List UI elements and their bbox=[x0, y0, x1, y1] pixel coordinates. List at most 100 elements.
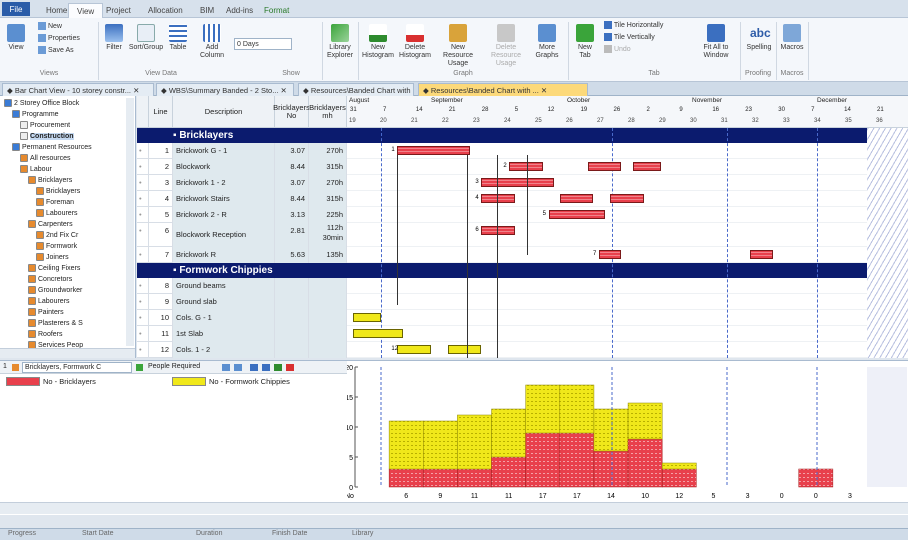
save-as-button[interactable]: Save As bbox=[38, 46, 88, 55]
description-column-header[interactable]: Description bbox=[173, 96, 275, 128]
view-button[interactable]: View bbox=[4, 24, 28, 52]
bricklayers-mh-cell[interactable]: 315h bbox=[309, 191, 347, 207]
tree-node[interactable]: Labour bbox=[20, 165, 52, 174]
bricklayers-no-cell[interactable]: 3.13 bbox=[275, 207, 309, 223]
tree-node[interactable]: Permanent Resources bbox=[12, 143, 92, 152]
bricklayers-no-cell[interactable] bbox=[275, 294, 309, 310]
tree-node[interactable]: Ceiling Fixers bbox=[28, 264, 80, 273]
bricklayers-no-cell[interactable]: 5.63 bbox=[275, 247, 309, 263]
new-view-button[interactable]: New bbox=[38, 22, 88, 31]
row-selector[interactable]: • bbox=[137, 143, 149, 159]
row-selector[interactable]: • bbox=[137, 175, 149, 191]
tree-node[interactable]: Carpenters bbox=[28, 220, 73, 229]
histogram-grid-icon[interactable] bbox=[262, 364, 270, 371]
new-histogram-button[interactable]: New Histogram bbox=[362, 24, 394, 60]
duration-status[interactable]: Duration bbox=[196, 530, 222, 537]
bricklayers-no-cell[interactable] bbox=[275, 310, 309, 326]
tree-node[interactable]: Joiners bbox=[36, 253, 69, 262]
row-selector[interactable]: • bbox=[137, 191, 149, 207]
description-cell[interactable]: Ground slab bbox=[173, 294, 275, 310]
tree-vertical-scrollbar[interactable] bbox=[126, 98, 134, 346]
gantt-bar[interactable] bbox=[447, 345, 482, 354]
bricklayers-mh-cell[interactable]: 112h 30min bbox=[309, 223, 347, 247]
tree-node[interactable]: Bricklayers bbox=[36, 187, 80, 196]
more-graphs-button[interactable]: More Graphs bbox=[532, 24, 562, 60]
gantt-bar[interactable] bbox=[352, 313, 381, 322]
description-cell[interactable]: Cols. G - 1 bbox=[173, 310, 275, 326]
bricklayers-no-cell[interactable]: 8.44 bbox=[275, 191, 309, 207]
library-explorer-button[interactable]: Library Explorer bbox=[326, 24, 354, 60]
gantt-bar[interactable] bbox=[750, 250, 773, 259]
new-tab-button[interactable]: New Tab bbox=[574, 24, 596, 60]
gantt-bar[interactable] bbox=[587, 162, 622, 171]
document-tab[interactable]: ◆ Resources\Banded Chart with ... ✕ bbox=[298, 83, 414, 96]
resource-combo[interactable]: Bricklayers, Formwork C bbox=[22, 362, 132, 373]
bricklayers-no-cell[interactable]: 2.81 bbox=[275, 223, 309, 247]
bricklayers-mh-cell[interactable]: 270h bbox=[309, 175, 347, 191]
description-cell[interactable]: Brickwork 2 - R bbox=[173, 207, 275, 223]
tree-node[interactable]: Concretors bbox=[28, 275, 72, 284]
tree-node[interactable]: Labourers bbox=[28, 297, 70, 306]
bricklayers-no-column-header[interactable]: Bricklayers No bbox=[273, 96, 310, 128]
table-button[interactable]: Table bbox=[166, 24, 190, 52]
progress-status[interactable]: Progress bbox=[8, 530, 36, 537]
table-row[interactable]: • 12 Cols. 1 - 2 bbox=[137, 342, 347, 358]
undo-button[interactable]: Undo bbox=[604, 45, 694, 54]
histogram-zoom-icon[interactable] bbox=[234, 364, 242, 371]
bricklayers-mh-cell[interactable]: 135h bbox=[309, 247, 347, 263]
gantt-bar[interactable] bbox=[599, 250, 622, 259]
bricklayers-mh-cell[interactable] bbox=[309, 326, 347, 342]
row-selector[interactable]: • bbox=[137, 247, 149, 263]
gantt-bar[interactable] bbox=[481, 226, 515, 235]
table-row[interactable]: • 4 Brickwork Stairs 8.44 315h bbox=[137, 191, 347, 207]
days-combo[interactable]: 0 Days bbox=[234, 38, 292, 50]
tree-node[interactable]: Foreman bbox=[36, 198, 74, 207]
tree-node[interactable]: Construction bbox=[20, 132, 74, 141]
bricklayers-mh-column-header[interactable]: Bricklayers mh bbox=[309, 96, 347, 128]
table-row[interactable]: • 2 Blockwork 8.44 315h bbox=[137, 159, 347, 175]
tree-node[interactable]: Formwork bbox=[36, 242, 77, 251]
tree-node[interactable]: Roofers bbox=[28, 330, 63, 339]
gantt-bar[interactable] bbox=[548, 210, 605, 219]
tree-horizontal-scrollbar[interactable] bbox=[0, 348, 135, 358]
properties-button[interactable]: Properties bbox=[38, 34, 90, 43]
lower-horizontal-scrollbar[interactable] bbox=[0, 502, 347, 514]
row-selector[interactable]: • bbox=[137, 278, 149, 294]
description-cell[interactable]: 1st Slab bbox=[173, 326, 275, 342]
tree-node[interactable]: Programme bbox=[12, 110, 59, 119]
description-cell[interactable]: Blockwork bbox=[173, 159, 275, 175]
library-status[interactable]: Library bbox=[352, 530, 373, 537]
table-row[interactable]: • 9 Ground slab bbox=[137, 294, 347, 310]
gantt-bar[interactable] bbox=[397, 345, 431, 354]
tree-node[interactable]: Groundworker bbox=[28, 286, 82, 295]
document-tab[interactable]: ◆ Bar Chart View - 10 storey constr... ✕ bbox=[2, 83, 154, 96]
row-selector[interactable]: • bbox=[137, 326, 149, 342]
description-cell[interactable]: Brickwork 1 - 2 bbox=[173, 175, 275, 191]
tree-node[interactable]: Labourers bbox=[36, 209, 78, 218]
filter-button[interactable]: Filter bbox=[102, 24, 126, 52]
gantt-bar[interactable] bbox=[632, 162, 661, 171]
tree-node[interactable]: Procurement bbox=[20, 121, 70, 130]
tile-vertically-button[interactable]: Tile Vertically bbox=[604, 33, 694, 42]
table-row[interactable]: • 6 Blockwork Reception 2.81 112h 30min bbox=[137, 223, 347, 247]
start-date-status[interactable]: Start Date bbox=[82, 530, 114, 537]
new-resource-usage-button[interactable]: New Resource Usage bbox=[436, 24, 480, 68]
macros-button[interactable]: Macros bbox=[778, 24, 806, 52]
delete-resource-usage-button[interactable]: Delete Resource Usage bbox=[484, 24, 528, 68]
description-cell[interactable]: Brickwork G - 1 bbox=[173, 143, 275, 159]
bricklayers-no-cell[interactable]: 8.44 bbox=[275, 159, 309, 175]
gantt-bar[interactable] bbox=[481, 178, 555, 187]
bricklayers-mh-cell[interactable]: 270h bbox=[309, 143, 347, 159]
histogram-add-icon[interactable] bbox=[274, 364, 282, 371]
bricklayers-no-cell[interactable] bbox=[275, 326, 309, 342]
histogram-horizontal-scrollbar[interactable] bbox=[347, 502, 908, 514]
tree-node[interactable]: Bricklayers bbox=[28, 176, 72, 185]
tree-node[interactable]: All resources bbox=[20, 154, 70, 163]
gantt-bar[interactable] bbox=[352, 329, 403, 338]
histogram-table-icon[interactable] bbox=[250, 364, 258, 371]
table-row[interactable]: • 10 Cols. G - 1 bbox=[137, 310, 347, 326]
line-column-header[interactable]: Line bbox=[149, 96, 173, 128]
ribbon-tab-file[interactable]: File bbox=[2, 2, 30, 16]
tree-node[interactable]: Painters bbox=[28, 308, 64, 317]
gantt-bar[interactable] bbox=[481, 194, 515, 203]
